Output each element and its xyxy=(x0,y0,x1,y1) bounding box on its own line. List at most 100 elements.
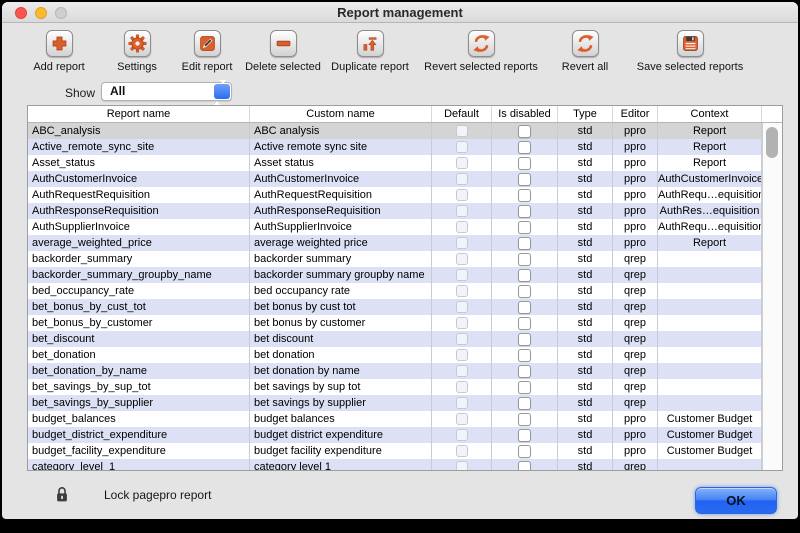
default-checkbox[interactable] xyxy=(456,173,468,185)
default-checkbox[interactable] xyxy=(456,285,468,297)
delete-minus-icon xyxy=(270,30,297,57)
table-row-authrequestrequisition[interactable]: AuthRequestRequisitionAuthRequestRequisi… xyxy=(28,187,762,203)
table-row-authresponserequisition[interactable]: AuthResponseRequisitionAuthResponseRequi… xyxy=(28,203,762,219)
table-row-bet-bonus-by-cust-tot[interactable]: bet_bonus_by_cust_totbet bonus by cust t… xyxy=(28,299,762,315)
default-checkbox[interactable] xyxy=(456,365,468,377)
is-disabled-checkbox[interactable] xyxy=(518,205,531,218)
is-disabled-checkbox[interactable] xyxy=(518,429,531,442)
default-checkbox[interactable] xyxy=(456,141,468,153)
is-disabled-checkbox[interactable] xyxy=(518,253,531,266)
report-name-cell: bet_savings_by_sup_tot xyxy=(28,379,250,395)
table-row-budget-district-expenditure[interactable]: budget_district_expenditurebudget distri… xyxy=(28,427,762,443)
report-name-cell: AuthSupplierInvoice xyxy=(28,219,250,235)
table-row-authcustomerinvoice[interactable]: AuthCustomerInvoiceAuthCustomerInvoicest… xyxy=(28,171,762,187)
default-checkbox[interactable] xyxy=(456,237,468,249)
table-row-bet-savings-by-sup-tot[interactable]: bet_savings_by_sup_totbet savings by sup… xyxy=(28,379,762,395)
reports-table: Report nameCustom nameDefaultIs disabled… xyxy=(27,105,783,471)
table-row-bet-bonus-by-customer[interactable]: bet_bonus_by_customerbet bonus by custom… xyxy=(28,315,762,331)
is-disabled-checkbox[interactable] xyxy=(518,317,531,330)
context-cell xyxy=(658,395,762,411)
is-disabled-checkbox[interactable] xyxy=(518,461,531,471)
default-checkbox[interactable] xyxy=(456,445,468,457)
column-header-context[interactable]: Context xyxy=(658,106,762,122)
table-row-category-level-1[interactable]: category_level_1category level 1stdqrep xyxy=(28,459,762,470)
is-disabled-checkbox[interactable] xyxy=(518,125,531,138)
show-filter-value: All xyxy=(110,83,125,100)
is-disabled-checkbox[interactable] xyxy=(518,445,531,458)
toolbar-button-save-selected-reports[interactable]: Save selected reports xyxy=(615,30,765,73)
default-checkbox[interactable] xyxy=(456,125,468,137)
table-row-authsupplierinvoice[interactable]: AuthSupplierInvoiceAuthSupplierInvoicest… xyxy=(28,219,762,235)
default-checkbox[interactable] xyxy=(456,413,468,425)
table-row-abc-analysis[interactable]: ABC_analysisABC analysisstdpproReport xyxy=(28,123,762,139)
is-disabled-checkbox[interactable] xyxy=(518,285,531,298)
is-disabled-checkbox[interactable] xyxy=(518,365,531,378)
table-row-backorder-summary-groupby-name[interactable]: backorder_summary_groupby_namebackorder … xyxy=(28,267,762,283)
default-checkbox[interactable] xyxy=(456,397,468,409)
default-checkbox-cell xyxy=(432,299,492,315)
context-cell: AuthRequ…equisition xyxy=(658,219,762,235)
screen: { "window": { "title": "Report managemen… xyxy=(0,0,800,533)
default-checkbox[interactable] xyxy=(456,269,468,281)
is-disabled-checkbox[interactable] xyxy=(518,381,531,394)
default-checkbox[interactable] xyxy=(456,333,468,345)
default-checkbox[interactable] xyxy=(456,381,468,393)
default-checkbox[interactable] xyxy=(456,429,468,441)
table-row-bet-donation[interactable]: bet_donationbet donationstdqrep xyxy=(28,347,762,363)
default-checkbox[interactable] xyxy=(456,317,468,329)
default-checkbox[interactable] xyxy=(456,349,468,361)
default-checkbox[interactable] xyxy=(456,221,468,233)
is-disabled-checkbox[interactable] xyxy=(518,173,531,186)
default-checkbox-cell xyxy=(432,459,492,470)
table-row-backorder-summary[interactable]: backorder_summarybackorder summarystdqre… xyxy=(28,251,762,267)
context-cell: AuthRequ…equisition xyxy=(658,187,762,203)
is-disabled-checkbox[interactable] xyxy=(518,413,531,426)
table-row-active-remote-sync-site[interactable]: Active_remote_sync_siteActive remote syn… xyxy=(28,139,762,155)
column-header-is-disabled[interactable]: Is disabled xyxy=(492,106,558,122)
report-name-cell: bet_bonus_by_customer xyxy=(28,315,250,331)
type-cell: std xyxy=(558,251,613,267)
context-cell: Report xyxy=(658,123,762,139)
column-header-report-name[interactable]: Report name xyxy=(28,106,250,122)
is-disabled-checkbox[interactable] xyxy=(518,157,531,170)
duplicate-arrow-icon xyxy=(357,30,384,57)
is-disabled-checkbox[interactable] xyxy=(518,141,531,154)
scrollbar-thumb[interactable] xyxy=(766,127,778,158)
column-header-custom-name[interactable]: Custom name xyxy=(250,106,432,122)
lock-pagepro-toggle[interactable]: Lock pagepro report xyxy=(55,486,211,503)
table-row-budget-facility-expenditure[interactable]: budget_facility_expenditurebudget facili… xyxy=(28,443,762,459)
is-disabled-checkbox[interactable] xyxy=(518,237,531,250)
default-checkbox[interactable] xyxy=(456,301,468,313)
table-row-bet-discount[interactable]: bet_discountbet discountstdqrep xyxy=(28,331,762,347)
table-row-bet-donation-by-name[interactable]: bet_donation_by_namebet donation by name… xyxy=(28,363,762,379)
show-filter-dropdown[interactable]: All xyxy=(101,82,232,101)
table-row-budget-balances[interactable]: budget_balancesbudget balancesstdpproCus… xyxy=(28,411,762,427)
table-row-asset-status[interactable]: Asset_statusAsset statusstdpproReport xyxy=(28,155,762,171)
column-header-type[interactable]: Type xyxy=(558,106,613,122)
column-header-default[interactable]: Default xyxy=(432,106,492,122)
type-cell: std xyxy=(558,443,613,459)
default-checkbox[interactable] xyxy=(456,189,468,201)
table-row-bed-occupancy-rate[interactable]: bed_occupancy_ratebed occupancy ratestdq… xyxy=(28,283,762,299)
table-row-bet-savings-by-supplier[interactable]: bet_savings_by_supplierbet savings by su… xyxy=(28,395,762,411)
editor-cell: qrep xyxy=(613,299,658,315)
is-disabled-checkbox[interactable] xyxy=(518,397,531,410)
vertical-scrollbar[interactable] xyxy=(762,123,782,470)
is-disabled-checkbox-cell xyxy=(492,267,558,283)
ok-button[interactable]: OK xyxy=(695,487,777,514)
custom-name-cell: bet savings by sup tot xyxy=(250,379,432,395)
default-checkbox[interactable] xyxy=(456,205,468,217)
is-disabled-checkbox[interactable] xyxy=(518,349,531,362)
default-checkbox[interactable] xyxy=(456,157,468,169)
is-disabled-checkbox[interactable] xyxy=(518,301,531,314)
is-disabled-checkbox[interactable] xyxy=(518,189,531,202)
default-checkbox[interactable] xyxy=(456,461,468,470)
revert-arrows-icon xyxy=(468,30,495,57)
column-header-editor[interactable]: Editor xyxy=(613,106,658,122)
is-disabled-checkbox[interactable] xyxy=(518,333,531,346)
is-disabled-checkbox[interactable] xyxy=(518,221,531,234)
is-disabled-checkbox-cell xyxy=(492,331,558,347)
default-checkbox[interactable] xyxy=(456,253,468,265)
table-row-average-weighted-price[interactable]: average_weighted_priceaverage weighted p… xyxy=(28,235,762,251)
is-disabled-checkbox[interactable] xyxy=(518,269,531,282)
